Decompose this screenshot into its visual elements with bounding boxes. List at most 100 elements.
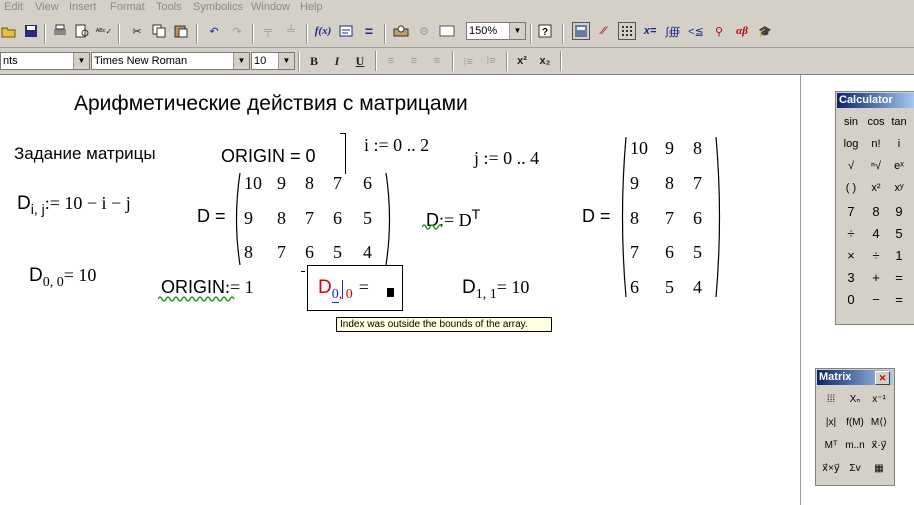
matrix-palette-button[interactable]: ⁞⁞⁞ (820, 391, 842, 409)
programming-toolbar-icon[interactable]: ⚲ (710, 22, 728, 40)
worksheet[interactable]: Арифметические действия с матрицами Зада… (0, 75, 800, 505)
align-top-icon[interactable]: ╤ (259, 22, 277, 40)
matrix-palette-button[interactable]: x⁻¹ (868, 391, 890, 409)
menu-tools[interactable]: Tools (156, 0, 182, 14)
align-right-icon[interactable]: ≡ (428, 52, 446, 70)
calculator-button[interactable]: log (841, 138, 861, 150)
graph-toolbar-icon[interactable]: ⁄⁄ (595, 22, 613, 40)
calculator-button[interactable]: ⁿ√ (866, 160, 886, 172)
help-icon[interactable]: ? (536, 22, 554, 40)
calculator-button[interactable]: xʸ (889, 182, 909, 194)
calculator-button[interactable]: ÷ (866, 248, 886, 263)
matrix-palette-title[interactable]: Matrix ✕ (817, 370, 893, 385)
paste-icon[interactable] (172, 22, 190, 40)
matrix-palette-button[interactable]: M⟨⟩ (868, 414, 890, 432)
calculator-button[interactable]: × (841, 248, 861, 263)
zoom-select[interactable]: 150% ▼ (466, 22, 526, 40)
menu-insert[interactable]: Insert (69, 0, 97, 14)
d11-eval[interactable]: D1, 1= 10 (462, 277, 529, 303)
calculator-button[interactable]: sin (841, 116, 861, 128)
region-icon[interactable] (438, 22, 456, 40)
font-size-select[interactable]: 10 ▼ (251, 52, 295, 70)
align-left-icon[interactable]: ≡ (382, 52, 400, 70)
calculator-button[interactable]: ÷ (841, 226, 861, 241)
menu-view[interactable]: View (35, 0, 59, 14)
calculator-button[interactable]: cos (866, 116, 886, 128)
calculator-button[interactable]: 5 (889, 226, 909, 241)
undo-icon[interactable]: ↶ (205, 22, 223, 40)
matrix-palette-button[interactable]: ▦ (868, 460, 890, 478)
menu-symbolics[interactable]: Symbolics (193, 0, 243, 14)
spell-check-icon[interactable]: ᴬᴮᶜ✓ (95, 22, 113, 40)
copy-icon[interactable] (150, 22, 168, 40)
calculus-toolbar-icon[interactable]: ∫∰ (664, 22, 682, 40)
calculator-button[interactable]: i (889, 138, 909, 150)
calculator-button[interactable]: 4 (866, 226, 886, 241)
insert-component-icon[interactable] (392, 22, 410, 40)
d-eq-label[interactable]: D = (197, 206, 226, 227)
error-region[interactable]: D0, 0 = (307, 265, 403, 311)
bold-button[interactable]: B (305, 52, 323, 70)
matrix-palette-button[interactable]: Xₙ (844, 391, 866, 409)
superscript-icon[interactable]: x² (513, 52, 531, 70)
matrix-palette-button[interactable]: Σv (844, 460, 866, 478)
print-preview-icon[interactable] (73, 22, 91, 40)
calculator-button[interactable]: = (889, 292, 909, 307)
print-icon[interactable] (51, 22, 69, 40)
calculator-button[interactable]: n! (866, 138, 886, 150)
calculator-button[interactable]: 8 (866, 204, 886, 219)
calculator-button[interactable]: √ (841, 160, 861, 172)
menu-window[interactable]: Window (251, 0, 290, 14)
matrix-palette-button[interactable]: x⃗·y⃗ (868, 437, 890, 455)
save-icon[interactable] (22, 22, 40, 40)
calculator-toolbar-icon[interactable] (572, 22, 590, 40)
calculator-button[interactable]: 9 (889, 204, 909, 219)
j-range[interactable]: j := 0 .. 4 (474, 148, 539, 169)
calculator-button[interactable]: + (866, 270, 886, 285)
calculator-button[interactable]: = (889, 270, 909, 285)
matrix-toolbar-icon[interactable] (618, 22, 636, 40)
open-icon[interactable] (0, 22, 18, 40)
calculator-button[interactable]: ( ) (841, 182, 861, 194)
align-bottom-icon[interactable]: ╧ (282, 22, 300, 40)
style-select[interactable]: nts ▼ (0, 52, 90, 70)
matrix-palette-button[interactable]: m..n (844, 437, 866, 455)
align-center-icon[interactable]: ≡ (405, 52, 423, 70)
calculator-title[interactable]: Calculator (837, 93, 914, 108)
calculator-button[interactable]: 7 (841, 204, 861, 219)
resource-icon[interactable]: ⚙ (415, 22, 433, 40)
d00-eval[interactable]: D0, 0= 10 (29, 265, 96, 291)
close-icon[interactable]: ✕ (875, 371, 890, 385)
italic-button[interactable]: I (328, 52, 346, 70)
calculator-button[interactable]: eˣ (889, 160, 909, 172)
d-eq-label-2[interactable]: D = (582, 206, 611, 227)
calculate-icon[interactable]: = (360, 22, 378, 40)
cut-icon[interactable]: ✂ (128, 22, 146, 40)
menu-format[interactable]: Format (110, 0, 145, 14)
underline-button[interactable]: U (351, 52, 369, 70)
bullets-icon[interactable]: ⁝≡ (459, 52, 477, 70)
calculator-button[interactable]: tan (889, 116, 909, 128)
definition-d[interactable]: Di, j:= 10 − i − j (17, 193, 131, 217)
numbering-icon[interactable]: ⁞≡ (482, 52, 500, 70)
insert-unit-icon[interactable] (337, 22, 355, 40)
menu-help[interactable]: Help (300, 0, 323, 14)
symbolic-toolbar-icon[interactable]: 🎓 (756, 22, 774, 40)
matrix-palette-button[interactable]: x⃗×y⃗ (820, 460, 842, 478)
evaluation-toolbar-icon[interactable]: x= (641, 22, 659, 40)
font-select[interactable]: Times New Roman ▼ (91, 52, 250, 70)
origin-eval[interactable]: ORIGIN = 0 (221, 146, 316, 167)
redo-icon[interactable]: ↷ (228, 22, 246, 40)
subscript-icon[interactable]: x₂ (536, 52, 554, 70)
i-range[interactable]: i := 0 .. 2 (364, 135, 429, 156)
calculator-button[interactable]: x² (866, 182, 886, 194)
calculator-button[interactable]: 1 (889, 248, 909, 263)
greek-toolbar-icon[interactable]: αβ (733, 22, 751, 40)
matrix-palette-button[interactable]: Mᵀ (820, 437, 842, 455)
calculator-button[interactable]: 3 (841, 270, 861, 285)
calculator-button[interactable]: − (866, 292, 886, 307)
menu-edit[interactable]: Edit (4, 0, 23, 14)
matrix-palette-button[interactable]: f(M) (844, 414, 866, 432)
boolean-toolbar-icon[interactable]: <≦ (687, 22, 705, 40)
matrix-palette-button[interactable]: |x| (820, 414, 842, 432)
